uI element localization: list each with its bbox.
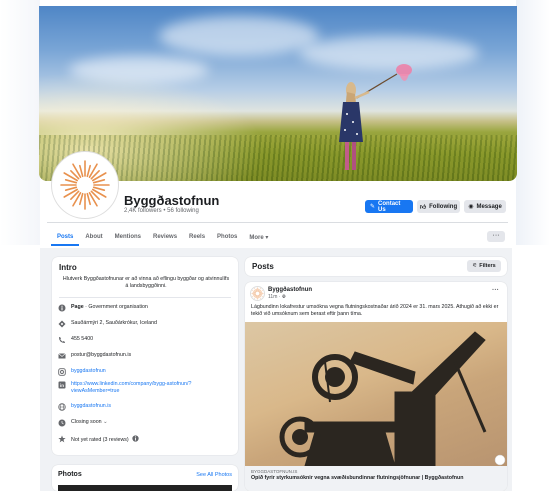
filters-button[interactable]: ⚟ Filters (467, 260, 501, 272)
tab-reels[interactable]: Reels (183, 230, 211, 246)
post-author-avatar[interactable] (250, 286, 265, 301)
email-text: postur@byggdastofnun.is (71, 352, 132, 358)
phone-text: 455 5400 (71, 336, 94, 342)
photo-thumbnails[interactable] (58, 485, 232, 491)
intro-divider (59, 297, 231, 298)
instagram-row[interactable]: byggdastofnun (58, 368, 234, 376)
envelope-icon (58, 352, 66, 360)
photos-title: Photos (58, 471, 82, 478)
tab-more[interactable]: More ▾ (243, 230, 274, 246)
sun-logo-icon (251, 287, 264, 300)
header-divider (47, 222, 508, 223)
page-category-row: Page · Government organisation (58, 304, 234, 312)
star-icon (58, 435, 66, 443)
sun-logo-icon (60, 160, 110, 210)
see-all-photos-link[interactable]: See All Photos (196, 472, 232, 478)
intro-bio: Hlutverk Byggðastofnunar er að vinna að … (62, 276, 230, 289)
girl-with-net-image (339, 64, 412, 170)
right-backdrop (516, 0, 550, 245)
clock-icon (58, 419, 66, 427)
page-label: Page (71, 304, 84, 310)
tab-mentions[interactable]: Mentions (109, 230, 147, 246)
phone-row[interactable]: 455 5400 (58, 336, 234, 344)
rating-row: Not yet rated (3 reviews) (58, 435, 234, 444)
hours-text: Closing soon (71, 419, 102, 425)
post-card: Byggðastofnun 11m · 🌐︎ ··· Lágbundinn lo… (245, 282, 507, 491)
address-row[interactable]: Sauðármýri 2, Sauðárkrókur, Iceland (58, 320, 234, 328)
hours-row[interactable]: Closing soon ⌄ (58, 419, 234, 427)
phone-icon (58, 336, 66, 344)
link-preview[interactable]: BYGGDASTOFNUN.IS Opið fyrir styrkumsókni… (245, 466, 507, 491)
intro-card: Intro Hlutverk Byggðastofnunar er að vin… (52, 257, 238, 455)
linkedin-link[interactable]: https://www.linkedin.com/company/bygg-as… (71, 381, 234, 395)
following-label: Following (429, 203, 458, 210)
message-button[interactable]: ◉ Message (464, 200, 506, 213)
messenger-icon: ◉ (468, 204, 474, 210)
globe-icon (58, 403, 66, 411)
post-author-name[interactable]: Byggðastofnun (268, 287, 312, 293)
pencil-icon: ✎ (370, 204, 376, 210)
filters-label: Filters (479, 263, 496, 269)
svg-text:in: in (60, 383, 64, 388)
rating-text: Not yet rated (3 reviews) (71, 437, 129, 443)
instagram-icon (58, 368, 66, 376)
post-text: Lágbundinn lokafrestur umsókna vegna flu… (251, 304, 499, 317)
linkedin-icon: in (58, 381, 66, 389)
globe-icon: 🌐︎ (281, 294, 286, 300)
website-link[interactable]: byggdastofnun.is (71, 403, 234, 410)
thumbs-up-icon: 👍︎ (419, 204, 427, 211)
page-type: · Government organisation (83, 304, 148, 310)
photos-card: Photos See All Photos (52, 465, 238, 491)
contact-us-label: Contact Us (378, 200, 401, 213)
post-time-text: 11m · (268, 294, 282, 300)
intro-title: Intro (59, 263, 77, 272)
post-options-button[interactable]: ··· (492, 287, 499, 294)
tab-photos[interactable]: Photos (211, 230, 243, 246)
tab-about[interactable]: About (79, 230, 108, 246)
instagram-link[interactable]: byggdastofnun (71, 368, 234, 375)
following-button[interactable]: 👍︎ Following (417, 200, 460, 213)
post-timestamp[interactable]: 11m · 🌐︎ (268, 294, 286, 300)
profile-tabs: Posts About Mentions Reviews Reels Photo… (51, 230, 274, 246)
post-image-crane[interactable] (245, 322, 507, 466)
linkedin-row[interactable]: in https://www.linkedin.com/company/bygg… (58, 381, 234, 395)
message-label: Message (476, 203, 502, 210)
follower-count[interactable]: 2,4K followers • 56 following (124, 208, 199, 214)
link-title: Opið fyrir styrkumsóknir vegna svæðisbun… (251, 475, 464, 481)
tab-posts[interactable]: Posts (51, 230, 80, 246)
email-row[interactable]: postur@byggdastofnun.is (58, 352, 234, 360)
tab-reviews[interactable]: Reviews (147, 230, 183, 246)
posts-title: Posts (252, 262, 274, 271)
website-row[interactable]: byggdastofnun.is (58, 403, 234, 411)
posts-header-card: Posts ⚟ Filters (245, 257, 507, 276)
profile-avatar[interactable] (52, 152, 118, 218)
left-backdrop (0, 0, 40, 245)
facebook-page: Byggðastofnun 2,4K followers • 56 follow… (0, 0, 550, 491)
rating-info-icon[interactable] (132, 435, 139, 442)
page-title: Byggðastofnun (124, 193, 220, 208)
info-icon (58, 304, 66, 312)
address-text: Sauðármýri 2, Sauðárkrókur, Iceland (71, 320, 157, 326)
filter-sliders-icon: ⚟ (472, 263, 478, 269)
more-options-button[interactable]: ··· (487, 231, 505, 242)
link-source: BYGGDASTOFNUN.IS (251, 469, 298, 474)
location-pin-icon (58, 320, 66, 328)
cover-photo[interactable] (39, 6, 517, 181)
contact-us-button[interactable]: ✎ Contact Us (365, 200, 413, 213)
hours-chevron-icon[interactable]: ⌄ (103, 419, 107, 425)
